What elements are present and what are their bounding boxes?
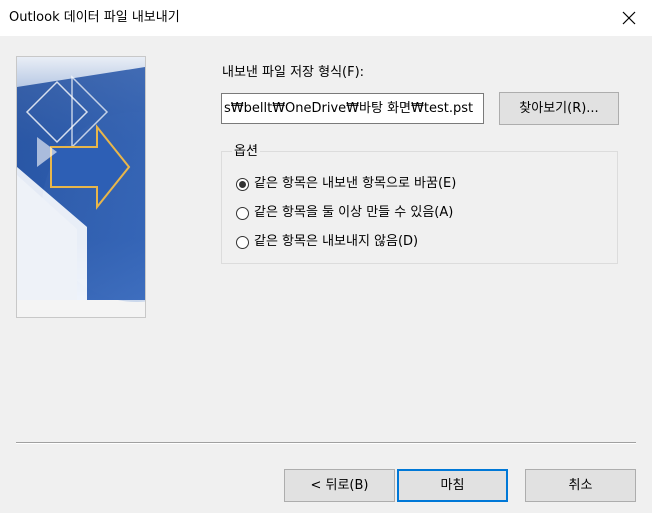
finish-button[interactable]: 마침 bbox=[397, 469, 508, 502]
options-legend: 옵션 bbox=[232, 143, 260, 161]
cancel-button[interactable]: 취소 bbox=[525, 469, 636, 502]
close-button[interactable] bbox=[606, 0, 652, 36]
back-button[interactable]: < 뒤로(B) bbox=[284, 469, 395, 502]
browse-button[interactable]: 찾아보기(R)... bbox=[499, 92, 619, 125]
radio-button[interactable] bbox=[236, 206, 249, 220]
radio-button[interactable] bbox=[236, 235, 249, 249]
option-replace-duplicates[interactable]: 같은 항목은 내보낸 항목으로 바꿈(E) bbox=[236, 174, 456, 194]
title-bar: Outlook 데이터 파일 내보내기 bbox=[0, 0, 652, 36]
file-path-input[interactable]: s₩bellt₩OneDrive₩바탕 화면₩test.pst bbox=[221, 93, 484, 124]
option-label: 같은 항목은 내보내지 않음(D) bbox=[254, 234, 419, 249]
footer-separator bbox=[16, 442, 636, 444]
option-label: 같은 항목은 내보낸 항목으로 바꿈(E) bbox=[254, 176, 457, 191]
window-title: Outlook 데이터 파일 내보내기 bbox=[9, 10, 180, 25]
file-path-value: s₩bellt₩OneDrive₩바탕 화면₩test.pst bbox=[224, 101, 474, 116]
export-dialog: Outlook 데이터 파일 내보내기 내보낸 파일 저장 형식(F): s₩b… bbox=[0, 0, 652, 513]
close-icon bbox=[622, 11, 636, 25]
wizard-side-image bbox=[16, 56, 146, 318]
save-format-label: 내보낸 파일 저장 형식(F): bbox=[222, 65, 365, 80]
option-allow-duplicates[interactable]: 같은 항목을 둘 이상 만들 수 있음(A) bbox=[236, 203, 453, 223]
radio-button[interactable] bbox=[236, 177, 249, 191]
option-label: 같은 항목을 둘 이상 만들 수 있음(A) bbox=[254, 205, 454, 220]
option-skip-duplicates[interactable]: 같은 항목은 내보내지 않음(D) bbox=[236, 232, 418, 252]
